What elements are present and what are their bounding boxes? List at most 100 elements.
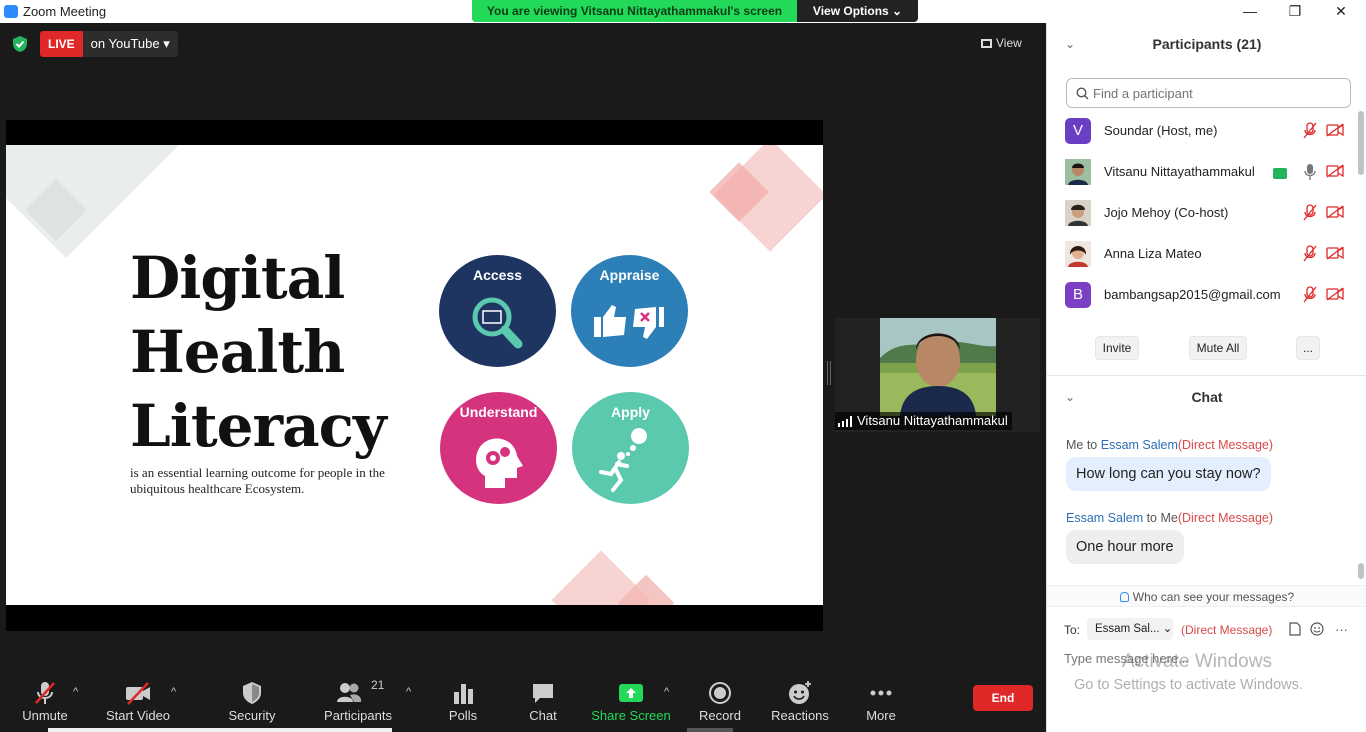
- participants-count: 21: [371, 678, 385, 692]
- view-button[interactable]: View: [981, 31, 1037, 55]
- chat-sender-name[interactable]: Essam Salem: [1066, 511, 1143, 525]
- caret-up-icon: ^: [664, 686, 670, 698]
- participant-name: Soundar (Host, me): [1104, 123, 1218, 138]
- maximize-button[interactable]: ❐: [1272, 0, 1318, 23]
- reactions-button[interactable]: Reactions: [755, 678, 845, 728]
- muted-mic-icon[interactable]: [1303, 286, 1317, 304]
- chat-scrollbar[interactable]: [1358, 563, 1364, 579]
- shared-screen: Digital Health Literacy is an essential …: [6, 120, 823, 631]
- muted-mic-icon[interactable]: [1303, 245, 1317, 263]
- video-options-caret[interactable]: ^: [171, 678, 181, 728]
- muted-mic-icon[interactable]: [1303, 122, 1317, 140]
- avatar: [1065, 200, 1091, 226]
- slide-title: Digital Health Literacy: [130, 241, 387, 463]
- chat-panel-header: ⌄ Chat: [1047, 376, 1366, 418]
- side-panel: ⌄ Participants (21) V Soundar (Host, me)…: [1046, 23, 1366, 732]
- circle-label: Apply: [611, 404, 650, 420]
- share-options-caret[interactable]: ^: [664, 678, 674, 728]
- participants-scrollbar[interactable]: [1358, 111, 1364, 175]
- chat-more-icon[interactable]: ···: [1335, 622, 1348, 637]
- access-circle: Access: [439, 255, 556, 367]
- security-shield-icon: [243, 682, 261, 704]
- chat-message-meta: Me to Essam Salem(Direct Message): [1066, 438, 1273, 452]
- more-button[interactable]: More: [836, 678, 926, 728]
- close-button[interactable]: ✕: [1318, 0, 1364, 23]
- who-can-see-link[interactable]: Who can see your messages?: [1047, 585, 1366, 607]
- participant-search[interactable]: [1066, 78, 1351, 108]
- invite-button[interactable]: Invite: [1095, 336, 1139, 360]
- activation-watermark-text: Go to Settings to activate Windows.: [1074, 677, 1303, 693]
- polls-label: Polls: [448, 708, 478, 723]
- live-destination[interactable]: on YouTube ▾: [82, 31, 178, 57]
- live-stream-indicator[interactable]: LIVE on YouTube ▾: [40, 31, 178, 57]
- view-splitter-handle[interactable]: [827, 361, 831, 385]
- participants-more-button[interactable]: ...: [1296, 336, 1320, 360]
- end-meeting-button[interactable]: End: [973, 685, 1033, 711]
- viewing-message: You are viewing Vitsanu Nittayathammakul…: [472, 0, 797, 22]
- record-label: Record: [699, 708, 741, 723]
- share-screen-icon: [619, 684, 643, 702]
- running-person-icon: [599, 428, 647, 492]
- chat-message-meta: Essam Salem to Me(Direct Message): [1066, 511, 1273, 525]
- chat-button[interactable]: Chat: [498, 678, 588, 728]
- security-label: Security: [228, 708, 276, 723]
- minimize-button[interactable]: —: [1227, 0, 1273, 23]
- mic-icon[interactable]: [1303, 163, 1317, 181]
- file-icon[interactable]: [1289, 622, 1301, 636]
- slide-title-line: Health: [130, 318, 345, 386]
- participant-row[interactable]: Jojo Mehoy (Co-host): [1047, 193, 1352, 234]
- security-button[interactable]: Security: [207, 678, 297, 728]
- video-off-icon[interactable]: [1326, 164, 1344, 178]
- participants-label: Participants: [324, 708, 392, 723]
- video-off-icon[interactable]: [1326, 287, 1344, 301]
- avatar: B: [1065, 282, 1091, 308]
- participant-row[interactable]: V Soundar (Host, me): [1047, 111, 1352, 152]
- participant-name: bambangsap2015@gmail.com: [1104, 287, 1281, 302]
- video-off-icon[interactable]: [1326, 123, 1344, 137]
- participant-video-feed: [880, 318, 996, 416]
- start-video-button[interactable]: Start Video: [93, 678, 183, 728]
- participant-row[interactable]: Anna Liza Mateo: [1047, 234, 1352, 275]
- video-off-icon[interactable]: [1326, 246, 1344, 260]
- recipient-select[interactable]: Essam Sal... ⌄: [1087, 618, 1173, 640]
- avatar: [1065, 241, 1091, 267]
- participant-video[interactable]: Vitsanu Nittayathammakul: [835, 318, 1040, 432]
- muted-mic-icon[interactable]: [1303, 204, 1317, 222]
- video-off-icon: [126, 682, 150, 705]
- avatar: V: [1065, 118, 1091, 144]
- person-icon: [1119, 592, 1129, 602]
- chat-direct-tag: (Direct Message): [1177, 511, 1274, 525]
- participant-row[interactable]: Vitsanu Nittayathammakul: [1047, 152, 1352, 193]
- emoji-icon[interactable]: [1310, 622, 1324, 636]
- participants-options-caret[interactable]: ^: [406, 678, 416, 728]
- participants-button[interactable]: 21 Participants: [313, 678, 403, 728]
- head-gears-icon: [476, 438, 523, 488]
- participant-video-name-label: Vitsanu Nittayathammakul: [857, 413, 1008, 428]
- apply-circle: Apply: [572, 392, 689, 504]
- chat-message-bubble: One hour more: [1066, 530, 1184, 564]
- grid-view-icon: [981, 39, 992, 48]
- participant-list: V Soundar (Host, me) Vitsanu Nittayatham…: [1047, 111, 1352, 321]
- window-title: Zoom Meeting: [23, 4, 107, 19]
- view-label: View: [996, 36, 1022, 50]
- audio-options-caret[interactable]: ^: [73, 678, 83, 728]
- caret-up-icon: ^: [406, 686, 412, 698]
- polls-button[interactable]: Polls: [418, 678, 508, 728]
- participant-row[interactable]: B bambangsap2015@gmail.com: [1047, 275, 1352, 316]
- share-screen-button[interactable]: Share Screen: [586, 678, 676, 728]
- participant-search-input[interactable]: [1093, 83, 1343, 103]
- signal-strength-icon: [838, 415, 852, 427]
- collapse-participants-icon[interactable]: ⌄: [1065, 23, 1075, 65]
- viewing-screen-banner: You are viewing Vitsanu Nittayathammakul…: [472, 0, 918, 22]
- collapse-chat-icon[interactable]: ⌄: [1065, 376, 1075, 418]
- share-screen-label: Share Screen: [591, 708, 671, 723]
- encryption-shield-icon[interactable]: [11, 35, 29, 53]
- mute-all-button[interactable]: Mute All: [1189, 336, 1247, 360]
- participants-panel-header: ⌄ Participants (21): [1047, 23, 1366, 65]
- chat-sender-name[interactable]: Essam Salem: [1101, 438, 1178, 452]
- view-options-button[interactable]: View Options ⌄: [797, 0, 918, 22]
- chat-icon: [533, 684, 553, 703]
- circle-label: Understand: [459, 404, 538, 420]
- record-button[interactable]: Record: [675, 678, 765, 728]
- video-off-icon[interactable]: [1326, 205, 1344, 219]
